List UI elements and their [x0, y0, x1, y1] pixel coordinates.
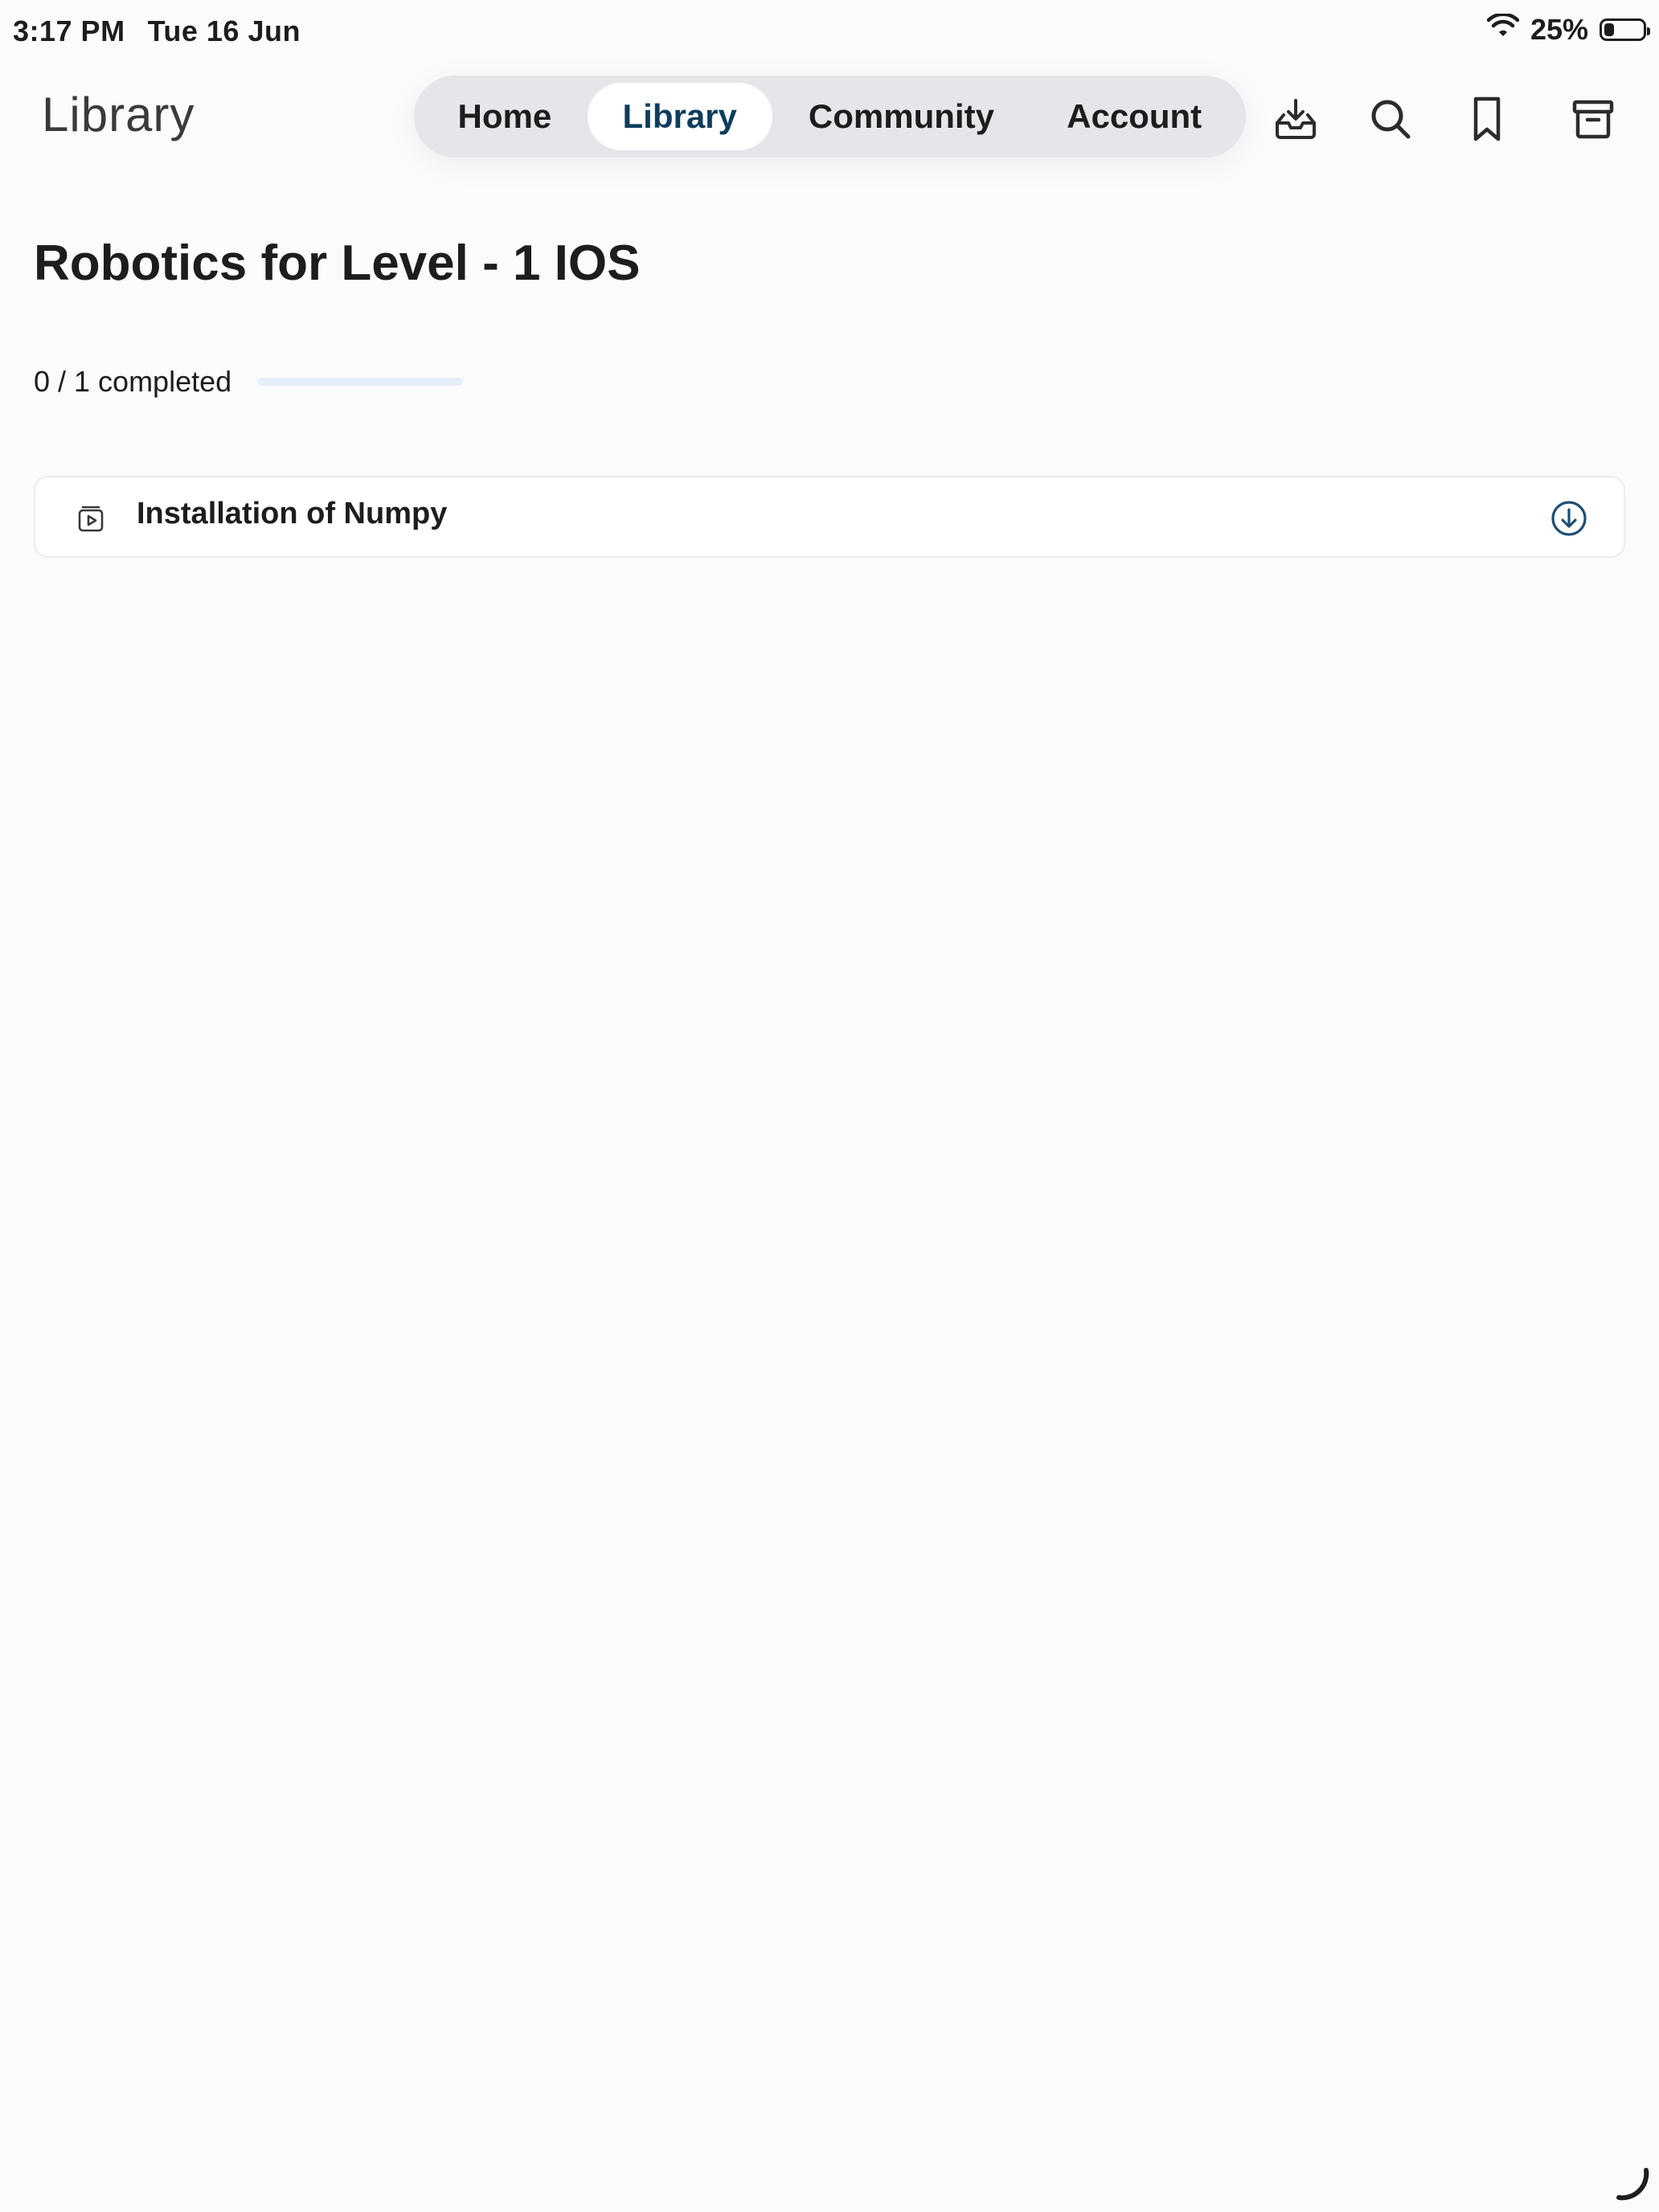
status-date: Tue 16 Jun	[147, 14, 301, 47]
status-bar-right: 25%	[1486, 12, 1650, 47]
page-title: Library	[42, 88, 195, 141]
battery-percent: 25%	[1530, 13, 1588, 46]
lesson-title: Installation of Numpy	[137, 497, 448, 530]
video-lesson-icon	[76, 503, 106, 534]
tab-account[interactable]: Account	[1030, 83, 1238, 150]
battery-tip	[1647, 27, 1650, 35]
wifi-icon	[1486, 12, 1520, 47]
tab-home[interactable]: Home	[422, 83, 588, 150]
status-bar-left: 3:17 PM Tue 16 Jun	[13, 14, 301, 48]
tab-bar: Home Library Community Account	[414, 76, 1246, 158]
course-title: Robotics for Level - 1 IOS	[34, 236, 641, 291]
status-time: 3:17 PM	[13, 14, 125, 47]
progress-text: 0 / 1 completed	[34, 365, 232, 398]
bookmark-icon[interactable]	[1461, 93, 1513, 145]
progress-bar	[257, 378, 464, 386]
tab-community[interactable]: Community	[772, 83, 1031, 150]
download-tray-icon[interactable]	[1270, 93, 1321, 145]
tab-library[interactable]: Library	[587, 83, 772, 150]
lesson-item[interactable]: Installation of Numpy	[34, 476, 1625, 558]
library-screen: 3:17 PM Tue 16 Jun 25% Library Home Libr…	[0, 0, 1659, 2212]
search-icon[interactable]	[1365, 93, 1416, 145]
battery-icon	[1600, 18, 1650, 41]
course-progress: 0 / 1 completed	[34, 365, 464, 399]
download-circle-icon[interactable]	[1550, 499, 1588, 538]
battery-level	[1604, 23, 1614, 36]
loading-indicator-icon	[1614, 2165, 1651, 2202]
archive-icon[interactable]	[1567, 93, 1619, 145]
